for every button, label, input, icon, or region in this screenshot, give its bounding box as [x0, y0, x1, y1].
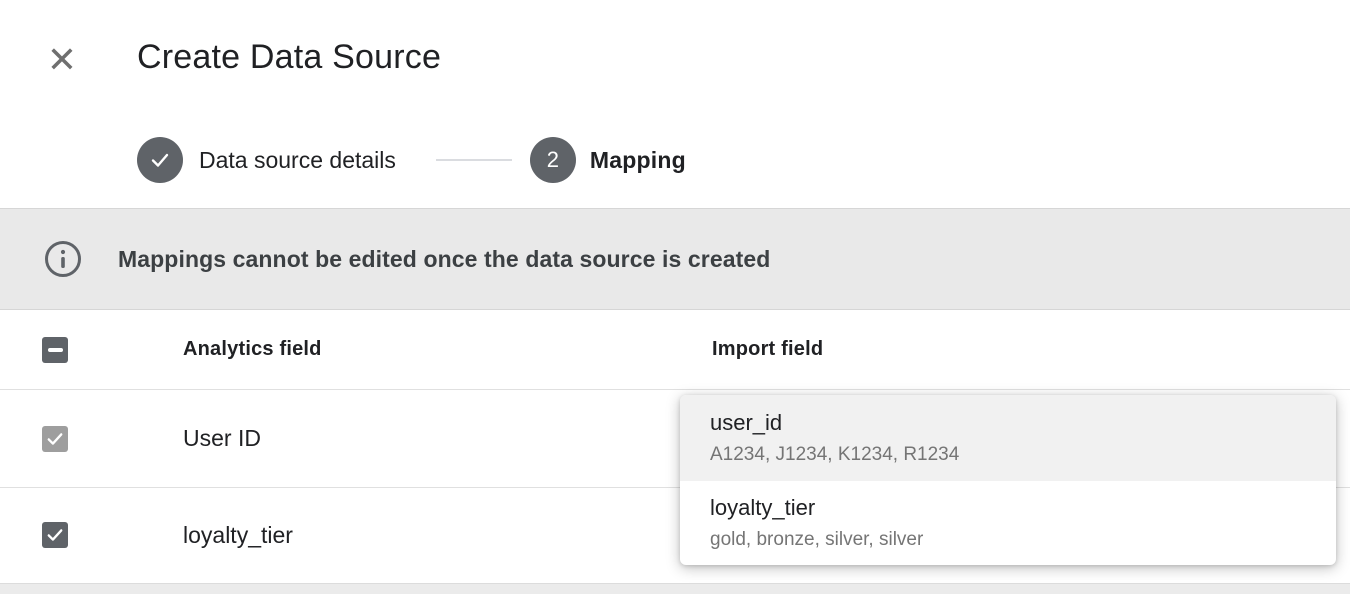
- step-mapping[interactable]: 2 Mapping: [530, 137, 686, 183]
- option-sample-values: A1234, J1234, K1234, R1234: [710, 444, 1336, 466]
- stepper: Data source details 2 Mapping: [137, 137, 686, 183]
- step-data-source-details[interactable]: Data source details: [137, 137, 396, 183]
- stepper-connector: [436, 159, 512, 161]
- analytics-field-value: loyalty_tier: [183, 522, 293, 549]
- info-banner: Mappings cannot be edited once the data …: [0, 208, 1350, 310]
- row-checkbox-checked[interactable]: [42, 522, 68, 548]
- create-data-source-dialog: ✕ Create Data Source Data source details…: [0, 0, 1350, 594]
- import-field-dropdown-menu: user_id A1234, J1234, K1234, R1234 loyal…: [680, 395, 1336, 565]
- step-label: Data source details: [199, 147, 396, 174]
- step-label: Mapping: [590, 147, 686, 174]
- step-complete-check-icon: [137, 137, 183, 183]
- page-title: Create Data Source: [137, 38, 441, 77]
- option-label: user_id: [710, 410, 1336, 436]
- analytics-field-value: User ID: [183, 425, 261, 452]
- analytics-field-header: Analytics field: [183, 338, 322, 361]
- option-label: loyalty_tier: [710, 495, 1336, 521]
- banner-text: Mappings cannot be edited once the data …: [118, 246, 770, 273]
- next-row-partial: [0, 584, 1350, 594]
- select-all-checkbox[interactable]: [42, 337, 68, 363]
- table-header-row: Analytics field Import field: [0, 310, 1350, 390]
- step-number-badge: 2: [530, 137, 576, 183]
- step-number: 2: [547, 147, 559, 173]
- row-checkbox-checked-disabled: [42, 426, 68, 452]
- close-icon[interactable]: ✕: [40, 38, 84, 82]
- info-icon: [44, 240, 82, 278]
- option-sample-values: gold, bronze, silver, silver: [710, 529, 1336, 551]
- import-field-header: Import field: [712, 338, 823, 361]
- dropdown-option-loyalty-tier[interactable]: loyalty_tier gold, bronze, silver, silve…: [680, 481, 1336, 565]
- dropdown-option-user-id[interactable]: user_id A1234, J1234, K1234, R1234: [680, 395, 1336, 481]
- indeterminate-icon: [48, 348, 63, 352]
